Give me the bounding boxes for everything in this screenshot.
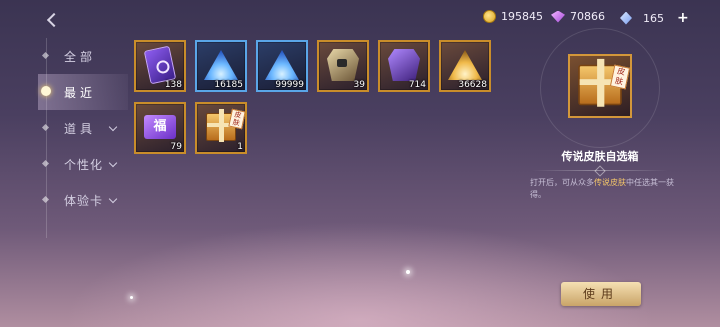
purple-gem-icon [551,10,565,23]
add-currency-button[interactable]: + [677,10,689,26]
nav-item-label: 个性化 [64,157,104,172]
item-slot[interactable]: 福 79 [134,102,186,154]
use-button[interactable]: 使用 [561,282,641,306]
purple-puzzle-icon [388,49,420,82]
item-grid: 138 16185 99999 39 714 36628 福 79 皮肤 1 [134,40,491,154]
item-count: 79 [170,142,182,152]
item-count: 36628 [458,80,487,90]
nav-item-label: 最近 [64,85,97,100]
detail-title: 传说皮肤自选箱 [561,150,639,163]
item-count: 39 [353,80,365,90]
gold-coin-icon [483,10,496,23]
detail-item-preview: 皮肤 [568,54,632,118]
category-nav: 全部 最近 道具 个性化 体验卡 [38,38,128,218]
item-slot[interactable]: 99999 [256,40,308,92]
diamond-bullet-icon [41,159,50,168]
item-count: 714 [408,80,426,90]
fortune-ticket-icon: 福 [144,115,176,140]
diamond-bullet-icon [41,123,50,132]
item-count: 16185 [214,80,243,90]
diamond-bullet-icon [41,51,50,60]
blue-crystal-currency: 165 + [620,10,689,26]
detail-description: 打开后，可从众多传说皮肤中任选其一获得。 [530,177,680,201]
purple-gem-currency: 70866 [551,10,605,23]
item-slot[interactable]: 138 [134,40,186,92]
skin-tag-label: 皮肤 [228,108,245,130]
purple-gem-amount: 70866 [570,10,605,23]
nav-item-label: 全部 [64,49,97,64]
gold-coin-currency: 195845 [483,10,543,23]
item-count: 99999 [275,80,304,90]
diamond-bullet-icon [41,195,50,204]
nav-item-trial-cards[interactable]: 体验卡 [38,182,128,218]
purple-card-icon [143,45,177,85]
desc-text: 打开后，可从众多 [530,178,594,187]
sparkle-decoration [406,270,410,274]
item-slot[interactable]: 714 [378,40,430,92]
item-count: 1 [237,142,243,152]
nav-item-label: 道具 [64,121,97,136]
nav-item-recent[interactable]: 最近 [38,74,128,110]
blue-crystal-icon [620,11,632,25]
active-indicator-icon [41,86,51,96]
blue-crystal-amount: 165 [643,11,664,25]
skin-tag-label: 皮肤 [609,64,631,90]
nav-item-items[interactable]: 道具 [38,110,128,146]
gold-coin-amount: 195845 [501,10,543,23]
nav-item-label: 体验卡 [64,193,104,208]
sparkle-decoration [130,296,133,299]
nav-item-personalize[interactable]: 个性化 [38,146,128,182]
gold-shard-icon [448,50,482,81]
detail-divider [532,170,668,171]
chevron-down-icon [108,158,118,168]
item-slot-selected[interactable]: 皮肤 1 [195,102,247,154]
gold-puzzle-icon [327,49,359,82]
nav-item-all[interactable]: 全部 [38,38,128,74]
item-slot[interactable]: 39 [317,40,369,92]
chevron-down-icon [108,122,118,132]
chevron-down-icon [108,194,118,204]
item-slot[interactable]: 36628 [439,40,491,92]
item-count: 138 [164,80,182,90]
blue-shard-icon [204,50,238,81]
desc-highlight: 传说皮肤 [594,178,626,187]
blue-shard-icon [265,50,299,81]
back-arrow-icon[interactable] [44,10,64,30]
item-slot[interactable]: 16185 [195,40,247,92]
